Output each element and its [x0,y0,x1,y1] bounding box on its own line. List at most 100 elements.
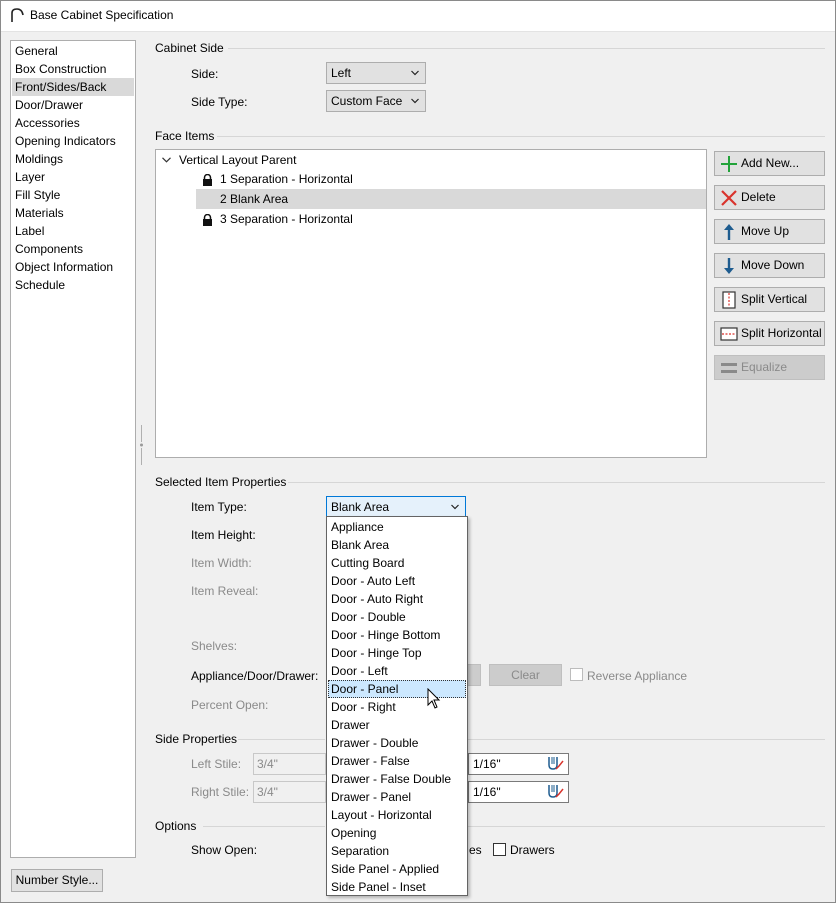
category-item[interactable]: Front/Sides/Back [12,78,134,96]
dropdown-option[interactable]: Door - Panel [328,680,466,698]
options-group-label: Options [155,819,197,833]
category-item[interactable]: Materials [12,204,134,222]
reverse-appliance-checkbox[interactable] [570,668,583,681]
dropdown-option[interactable]: Door - Hinge Top [328,644,466,662]
tree-item-label: 2 Blank Area [220,192,289,206]
delete-button[interactable]: Delete [714,185,825,210]
tree-item-label: Vertical Layout Parent [179,153,297,167]
dropdown-option[interactable]: Side Panel - Applied [328,860,466,878]
number-style-button[interactable]: Number Style... [11,869,103,892]
equalize-icon [721,363,737,373]
add-new-button[interactable]: Add New... [714,151,825,176]
equalize-label: Equalize [741,360,788,374]
tree-item-parent[interactable]: Vertical Layout Parent [179,150,296,170]
appliance-door-drawer-label: Appliance/Door/Drawer: [191,669,319,683]
dropdown-option[interactable]: Blank Area [328,536,466,554]
library-button-partial[interactable] [466,664,481,686]
split-horizontal-icon [720,327,738,341]
category-item[interactable]: Schedule [12,276,134,294]
panel-splitter[interactable] [140,425,143,465]
arrow-down-icon [724,258,734,274]
right-side-secondary-field[interactable]: 1/16" [468,781,569,803]
left-side-secondary-field[interactable]: 1/16" [468,753,569,775]
split-horizontal-label: Split Horizontal [741,326,822,340]
category-item[interactable]: Moldings [12,150,134,168]
face-items-group-label: Face Items [155,129,215,143]
category-item[interactable]: Accessories [12,114,134,132]
dropdown-option[interactable]: Drawer [328,716,466,734]
dropdown-option[interactable]: Appliance [328,518,466,536]
item-type-dropdown-list[interactable]: Appliance Blank Area Cutting Board Door - A… [326,516,468,896]
lock-icon [203,174,212,186]
equalize-button[interactable]: Equalize [714,355,825,380]
dropdown-option[interactable]: Drawer - False [328,752,466,770]
move-up-button[interactable]: Move Up [714,219,825,244]
dimension-input-icon[interactable] [546,756,564,772]
right-stile-value: 3/4" [257,785,278,799]
tree-item-label: 3 Separation - Horizontal [220,212,353,226]
dropdown-option[interactable]: Cutting Board [328,554,466,572]
tree-item[interactable]: 1 Separation - Horizontal [220,169,353,189]
tree-item-selected[interactable]: 2 Blank Area [196,189,706,209]
category-item[interactable]: Object Information [12,258,134,276]
cabinet-side-group-label: Cabinet Side [155,41,224,55]
left-side-secondary-value: 1/16" [473,757,501,771]
face-items-tree[interactable]: Vertical Layout Parent 1 Separation - Ho… [155,149,707,458]
side-select-value: Left [331,66,352,80]
left-stile-field[interactable]: 3/4" [253,753,326,775]
dropdown-option[interactable]: Door - Left [328,662,466,680]
split-horizontal-button[interactable]: Split Horizontal [714,321,825,346]
clear-button[interactable]: Clear [489,664,562,686]
dropdown-option[interactable]: Door - Right [328,698,466,716]
group-divider [468,739,825,740]
category-list[interactable]: General Box Construction Front/Sides/Back D… [10,40,136,858]
mouse-pointer-icon [427,688,441,709]
split-vertical-label: Split Vertical [741,292,808,306]
left-stile-label: Left Stile: [191,757,242,771]
dropdown-option[interactable]: Drawer - False Double [328,770,466,788]
chevron-down-icon [411,98,419,104]
dropdown-option[interactable]: Layout - Horizontal [328,806,466,824]
dropdown-option[interactable]: Side Panel - Inset [328,878,466,896]
category-item[interactable]: Door/Drawer [12,96,134,114]
chevron-down-icon [411,70,419,76]
dropdown-option[interactable]: Drawer - Panel [328,788,466,806]
split-vertical-button[interactable]: Split Vertical [714,287,825,312]
dropdown-option[interactable]: Door - Auto Left [328,572,466,590]
left-stile-value: 3/4" [257,757,278,771]
doors-label-partial: es [469,843,482,857]
dropdown-option[interactable]: Opening [328,824,466,842]
dropdown-option[interactable]: Drawer - Double [328,734,466,752]
category-item[interactable]: General [12,42,134,60]
category-item[interactable]: Layer [12,168,134,186]
category-item[interactable]: Label [12,222,134,240]
dropdown-option[interactable]: Door - Double [328,608,466,626]
move-down-button[interactable]: Move Down [714,253,825,278]
category-item[interactable]: Fill Style [12,186,134,204]
side-type-select-value: Custom Face [331,94,403,108]
app-logo-icon [11,8,24,22]
dropdown-option[interactable]: Door - Hinge Bottom [328,626,466,644]
dropdown-option[interactable]: Door - Auto Right [328,590,466,608]
tree-expand-chevron-icon[interactable] [162,157,171,163]
right-stile-field[interactable]: 3/4" [253,781,326,803]
right-stile-label: Right Stile: [191,785,250,799]
side-type-select[interactable]: Custom Face [326,90,426,112]
tree-item[interactable]: 3 Separation - Horizontal [220,209,353,229]
category-item[interactable]: Components [12,240,134,258]
dimension-input-icon[interactable] [546,784,564,800]
delete-label: Delete [741,190,776,204]
right-side-secondary-value: 1/16" [473,785,501,799]
category-item[interactable]: Box Construction [12,60,134,78]
shelves-label: Shelves: [191,639,238,653]
item-width-label: Item Width: [191,556,252,570]
category-item[interactable]: Opening Indicators [12,132,134,150]
group-divider [238,739,325,740]
drawers-checkbox[interactable] [493,843,506,856]
item-type-select[interactable]: Blank Area [326,496,466,518]
side-select[interactable]: Left [326,62,426,84]
move-up-label: Move Up [741,224,790,238]
side-type-label: Side Type: [191,95,248,109]
dropdown-option[interactable]: Separation [328,842,466,860]
delete-x-icon [721,190,737,206]
